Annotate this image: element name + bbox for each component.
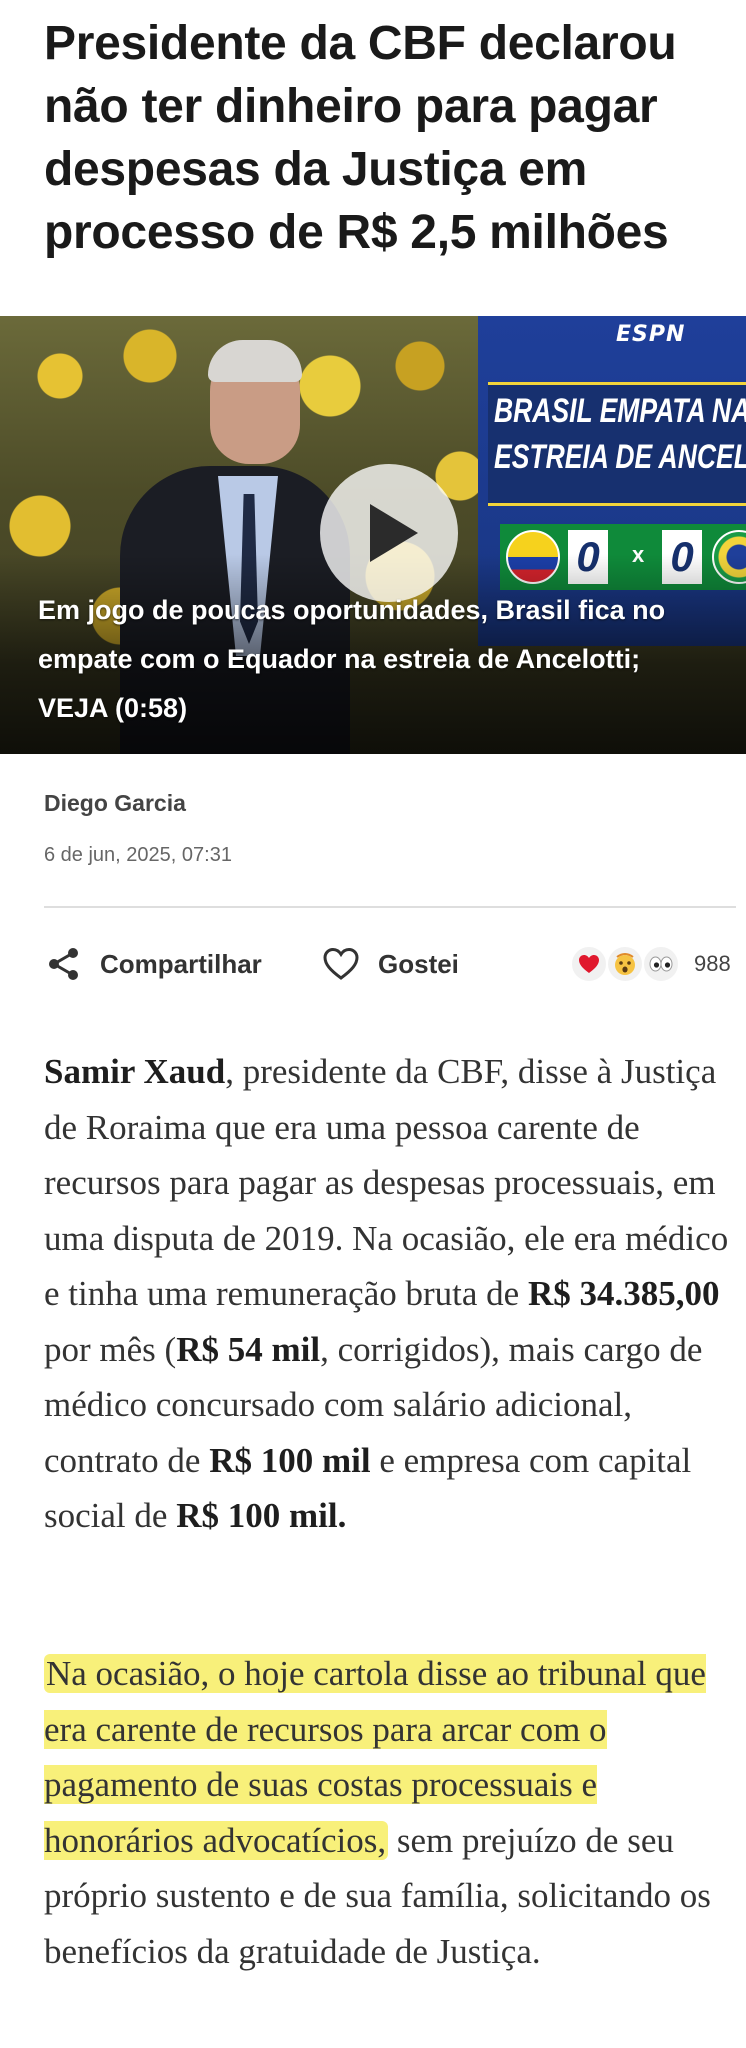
bold-text: Samir Xaud bbox=[44, 1052, 226, 1091]
video-caption: Em jogo de poucas oportunidades, Brasil … bbox=[38, 595, 666, 723]
like-label: Gostei bbox=[378, 948, 459, 979]
bold-text: R$ 100 mil bbox=[209, 1440, 371, 1480]
article-headline: Presidente da CBF declarou não ter dinhe… bbox=[44, 17, 677, 259]
reactions-summary[interactable]: 988 bbox=[570, 944, 731, 984]
play-button[interactable] bbox=[320, 464, 458, 602]
like-button[interactable]: Gostei bbox=[322, 942, 459, 986]
author-name[interactable]: Diego Garcia bbox=[44, 790, 186, 817]
reaction-count: 988 bbox=[694, 951, 731, 976]
share-button[interactable]: Compartilhar bbox=[46, 942, 262, 986]
share-label: Compartilhar bbox=[100, 948, 262, 979]
heart-icon bbox=[570, 945, 608, 983]
play-icon bbox=[370, 504, 418, 562]
video-player[interactable]: ESPN BRASIL EMPATA NA ESTREIA DE ANCELOT… bbox=[0, 316, 746, 754]
eyes-icon bbox=[642, 945, 680, 983]
paragraph-text: por mês ( bbox=[44, 1329, 177, 1369]
bold-text: R$ 100 mil. bbox=[176, 1496, 347, 1535]
publish-date: 6 de jun, 2025, 07:31 bbox=[44, 844, 232, 866]
espn-logo: ESPN bbox=[616, 322, 686, 347]
article-paragraph-2: Na ocasião, o hoje cartola disse ao trib… bbox=[44, 1646, 744, 1979]
divider bbox=[44, 906, 736, 908]
heart-outline-icon bbox=[322, 947, 360, 981]
bold-text: R$ 54 mil bbox=[176, 1329, 321, 1369]
espn-headline-line1: BRASIL EMPATA NA bbox=[494, 392, 746, 430]
article-paragraph-1: Samir Xaud, presidente da CBF, disse à J… bbox=[44, 1044, 744, 1544]
bold-text: R$ 34.385,00 bbox=[527, 1274, 720, 1313]
share-icon bbox=[46, 946, 82, 982]
espn-headline-line2: ESTREIA DE ANCELOTT bbox=[494, 438, 746, 476]
surprised-face-icon bbox=[606, 945, 644, 983]
